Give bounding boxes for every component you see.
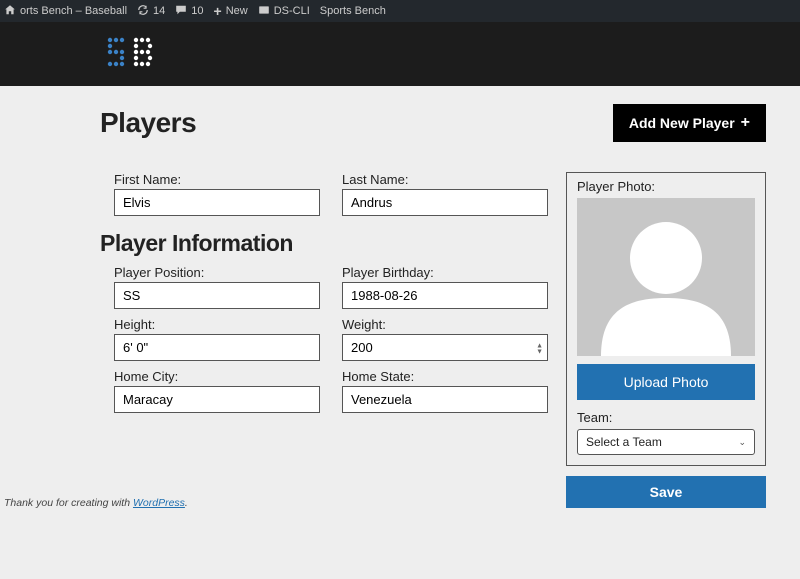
adminbar-dscli[interactable]: DS-CLI [258, 4, 310, 19]
adminbar-comments[interactable]: 10 [175, 4, 203, 19]
adminbar-sports-bench-label: Sports Bench [320, 5, 386, 17]
number-stepper[interactable]: ▲▼ [536, 343, 543, 354]
team-label: Team: [577, 410, 755, 425]
height-input[interactable] [114, 334, 320, 361]
home-icon [4, 4, 16, 19]
adminbar-dscli-label: DS-CLI [274, 5, 310, 17]
position-input[interactable] [114, 282, 320, 309]
position-label: Player Position: [114, 265, 320, 280]
sports-bench-logo [106, 34, 156, 74]
chevron-down-icon: ⌄ [738, 437, 746, 448]
terminal-icon [258, 4, 270, 19]
adminbar-sports-bench[interactable]: Sports Bench [320, 5, 386, 17]
adminbar-updates[interactable]: 14 [137, 4, 165, 19]
player-info-heading: Player Information [100, 230, 548, 257]
home-state-input[interactable] [342, 386, 548, 413]
first-name-input[interactable] [114, 189, 320, 216]
home-state-label: Home State: [342, 369, 548, 384]
player-form: First Name: Last Name: Player Informatio… [100, 172, 548, 421]
adminbar-comments-count: 10 [191, 5, 203, 17]
birthday-label: Player Birthday: [342, 265, 548, 280]
chevron-down-icon: ▼ [536, 349, 543, 354]
weight-label: Weight: [342, 317, 548, 332]
plus-icon: + [214, 3, 222, 19]
wp-footer: Thank you for creating with WordPress. [4, 497, 188, 509]
birthday-input[interactable] [342, 282, 548, 309]
wp-admin-bar: orts Bench – Baseball 14 10 + New DS-CLI… [0, 0, 800, 22]
comment-icon [175, 4, 187, 19]
page-content: Players Add New Player + First Name: Las… [0, 86, 800, 508]
adminbar-new[interactable]: + New [214, 3, 248, 19]
adminbar-updates-count: 14 [153, 5, 165, 17]
height-label: Height: [114, 317, 320, 332]
plugin-header [0, 22, 800, 86]
adminbar-site-home[interactable]: orts Bench – Baseball [4, 4, 127, 19]
footer-suffix: . [185, 497, 188, 509]
weight-input[interactable] [342, 334, 548, 361]
player-photo-label: Player Photo: [577, 179, 755, 194]
add-new-player-label: Add New Player [629, 115, 735, 131]
footer-thanks-prefix: Thank you for creating with [4, 497, 133, 509]
adminbar-new-label: New [226, 5, 248, 17]
upload-photo-button[interactable]: Upload Photo [577, 364, 755, 400]
save-button[interactable]: Save [566, 476, 766, 508]
add-new-player-button[interactable]: Add New Player + [613, 104, 766, 142]
home-city-input[interactable] [114, 386, 320, 413]
first-name-label: First Name: [114, 172, 320, 187]
team-select-value: Select a Team [586, 435, 662, 449]
updates-icon [137, 4, 149, 19]
last-name-input[interactable] [342, 189, 548, 216]
player-photo-placeholder [577, 198, 755, 356]
wordpress-link[interactable]: WordPress [133, 497, 185, 509]
home-city-label: Home City: [114, 369, 320, 384]
last-name-label: Last Name: [342, 172, 548, 187]
player-sidebar: Player Photo: Upload Photo Team: Select … [566, 172, 766, 508]
team-select[interactable]: Select a Team ⌄ [577, 429, 755, 455]
plus-icon: + [741, 114, 750, 132]
adminbar-site-name: orts Bench – Baseball [20, 5, 127, 17]
page-title: Players [100, 107, 196, 139]
